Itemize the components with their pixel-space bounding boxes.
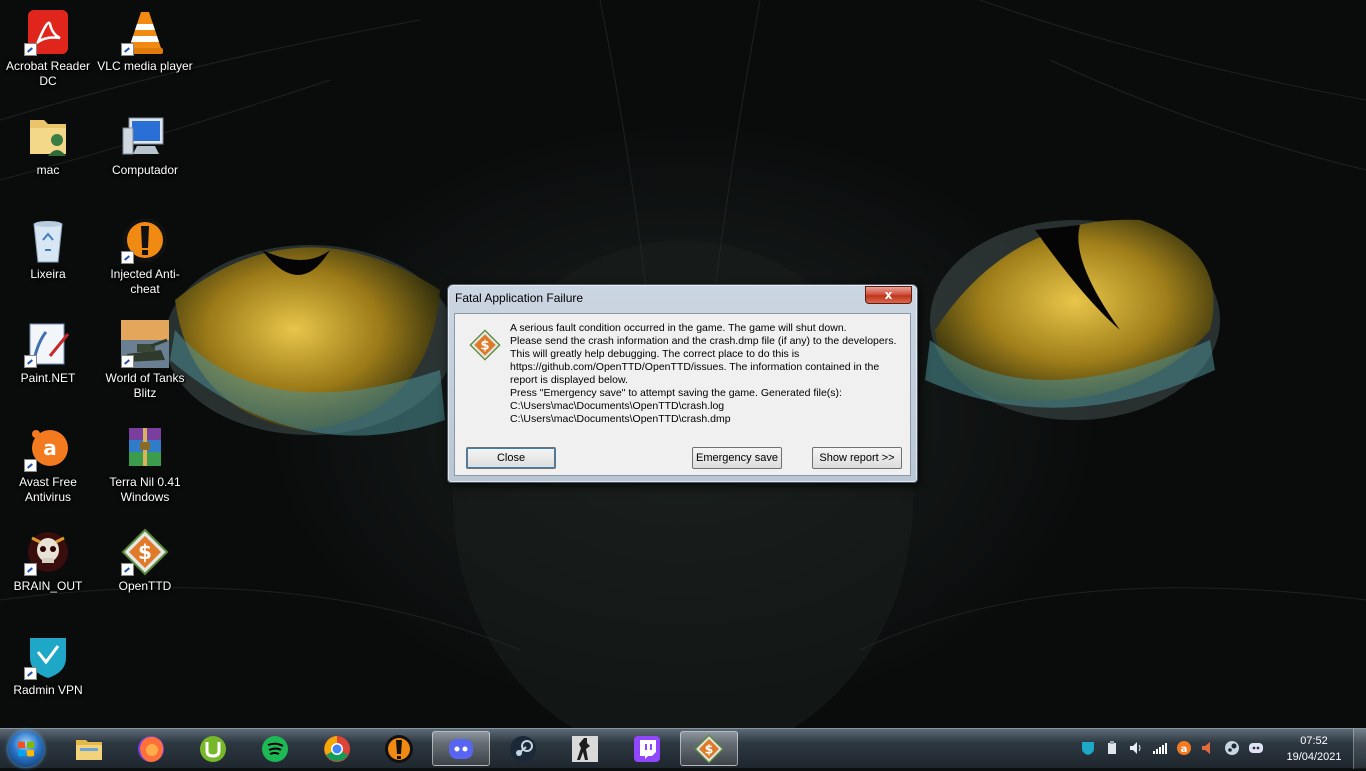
left-cat-eye [165,245,455,436]
svg-text:$: $ [705,741,714,756]
taskbar-steam[interactable] [494,731,552,766]
taskbar-chrome[interactable] [308,731,366,766]
folder-icon [76,739,102,760]
shortcut-arrow-icon [24,563,37,576]
shortcut-arrow-icon [121,563,134,576]
tray-volume-icon[interactable] [1128,740,1144,756]
taskbar-clock[interactable]: 07:52 19/04/2021 [1276,733,1352,765]
openttd-icon: $ [694,733,724,764]
taskbar-counter-strike[interactable] [556,731,614,766]
shortcut-arrow-icon [24,43,37,56]
desktop-icon-label: Radmin VPN [13,683,83,697]
desktop-icon-openttd[interactable]: $ OpenTTD [97,528,193,594]
desktop-icon-label: Computador [111,163,179,177]
steam-icon [510,735,536,762]
desktop-icon-paintnet[interactable]: Paint.NET [0,320,96,386]
chrome-icon [324,735,350,762]
desktop-icon-avast[interactable]: a Avast Free Antivirus [0,424,96,505]
desktop-icon-label: Terra Nil 0.41 Windows [109,475,181,504]
user-folder-icon [30,120,66,156]
tray-speaker-icon[interactable] [1200,740,1216,756]
computer-icon [122,117,164,155]
firefox-icon [138,735,164,762]
desktop-icon-label: Acrobat Reader DC [5,59,91,88]
taskbar: $ a 07:52 19/04/2021 [0,728,1366,769]
desktop-icon-wot-blitz[interactable]: World of Tanks Blitz [97,320,193,401]
shortcut-arrow-icon [24,355,37,368]
openttd-icon: $ [469,329,501,361]
show-desktop-button[interactable] [1353,729,1366,769]
desktop-icon-radmin-vpn[interactable]: Radmin VPN [0,632,96,698]
desktop-icon-label: Paint.NET [20,371,76,385]
desktop-icon-terra-nil[interactable]: Terra Nil 0.41 Windows [97,424,193,505]
tray-discord-icon[interactable] [1248,740,1264,756]
desktop-icon-acrobat-reader[interactable]: Acrobat Reader DC [0,8,96,89]
tray-avast-icon[interactable]: a [1176,740,1192,756]
window-close-button[interactable]: x [865,286,912,304]
twitch-icon [634,735,660,762]
emergency-save-button[interactable]: Emergency save [692,447,782,469]
desktop-icon-computador[interactable]: Computador [97,112,193,178]
clock-date: 19/04/2021 [1286,751,1342,763]
utorrent-icon [200,735,226,762]
discord-icon [449,738,473,759]
desktop-icon-label: OpenTTD [118,579,172,593]
shortcut-arrow-icon [24,459,37,472]
desktop-icon-label: Lixeira [30,267,66,281]
taskbar-discord[interactable] [432,731,490,766]
taskbar-openttd[interactable]: $ [680,731,738,766]
desktop-icon-vlc[interactable]: VLC media player [97,8,193,74]
taskbar-firefox[interactable] [122,731,180,766]
clock-time: 07:52 [1300,735,1328,747]
winrar-icon [129,428,161,466]
svg-text:a: a [1181,744,1188,755]
shortcut-arrow-icon [121,251,134,264]
error-message: A serious fault condition occurred in th… [510,322,897,425]
desktop-icon-label: mac [36,163,60,177]
desktop-icon-brain-out[interactable]: BRAIN_OUT [0,528,96,594]
close-icon: x [884,288,893,302]
cs-icon [572,735,598,762]
svg-text:$: $ [480,339,489,354]
recycle-bin-icon [33,221,63,263]
close-button[interactable]: Close [466,447,556,469]
start-button[interactable] [8,731,44,767]
right-cat-eye [925,219,1220,420]
fatal-error-dialog: Fatal Application Failure x $ A serious … [447,284,918,483]
shortcut-arrow-icon [121,355,134,368]
desktop-icon-label: VLC media player [97,59,193,73]
dialog-title: Fatal Application Failure [455,291,584,305]
dialog-body: $ A serious fault condition occurred in … [454,313,911,476]
desktop-icon-label: World of Tanks Blitz [105,371,185,400]
shortcut-arrow-icon [121,43,134,56]
taskbar-utorrent[interactable] [184,731,242,766]
tray-network-icon[interactable] [1152,740,1168,756]
desktop-icon-label: Injected Anti-cheat [110,267,180,296]
desktop-icon-label: Avast Free Antivirus [19,475,77,504]
taskbar-file-explorer[interactable] [60,731,118,766]
svg-text:a: a [43,436,57,460]
tray-radmin-icon[interactable] [1080,740,1096,756]
taskbar-twitch[interactable] [618,731,676,766]
taskbar-injected[interactable] [370,731,428,766]
show-report-button[interactable]: Show report >> [812,447,902,469]
injected-icon [385,734,413,763]
desktop-icon-label: BRAIN_OUT [13,579,83,593]
desktop-icon-lixeira[interactable]: Lixeira [0,216,96,282]
tray-usb-icon[interactable] [1104,740,1120,756]
desktop-icon-mac[interactable]: mac [0,112,96,178]
svg-text:$: $ [138,540,152,564]
windows-logo-icon [18,741,34,757]
tray-steam-icon[interactable] [1224,740,1240,756]
taskbar-spotify[interactable] [246,731,304,766]
desktop-icon-injected-anticheat[interactable]: Injected Anti-cheat [97,216,193,297]
shortcut-arrow-icon [24,667,37,680]
spotify-icon [262,735,288,762]
